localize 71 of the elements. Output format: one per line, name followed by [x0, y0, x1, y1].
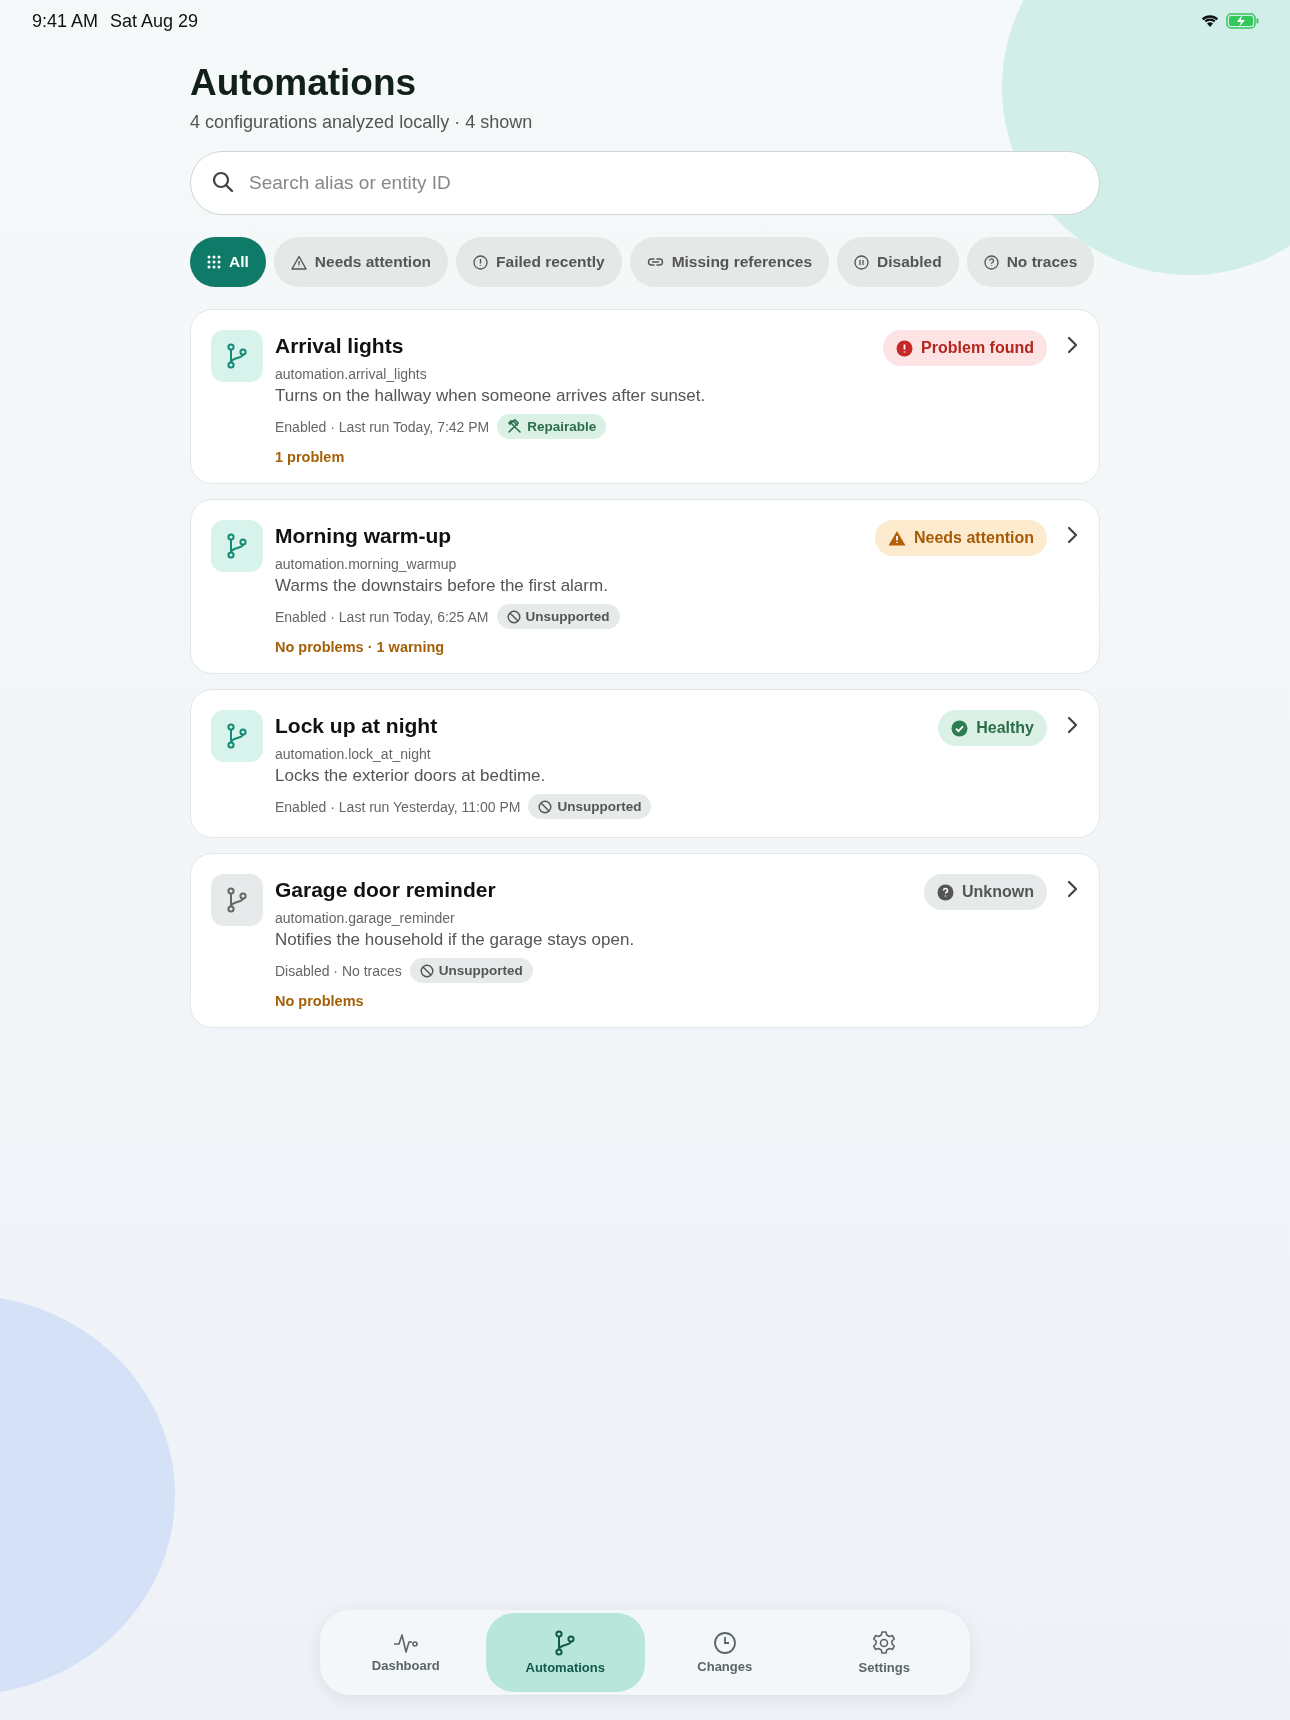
automation-description: Locks the exterior doors at bedtime. — [275, 766, 547, 786]
chevron-right-icon — [1067, 880, 1079, 898]
automation-name: Morning warm-up — [275, 524, 453, 548]
pause-circle-icon — [854, 254, 870, 270]
tools-icon — [507, 419, 523, 434]
chevron-right-icon — [1067, 526, 1079, 544]
prohibited-icon — [419, 963, 434, 978]
automation-name: Garage door reminder — [275, 878, 497, 902]
tab-bar-item[interactable]: Settings — [804, 1613, 964, 1692]
support-tag: Repairable — [497, 414, 607, 439]
filter-chip[interactable]: All — [190, 237, 266, 287]
chevron-right-icon — [1067, 716, 1079, 734]
automation-description: Notifies the household if the garage stays open. — [275, 930, 636, 950]
run-info: Enabled · Last run Today, 7:42 PM — [275, 418, 490, 435]
status-badge: Needs attention — [875, 520, 1047, 556]
branch-icon — [554, 1630, 577, 1656]
warning-icon — [888, 530, 906, 546]
automation-description: Turns on the hallway when someone arrives after sunset. — [275, 386, 707, 406]
entity-id: automation.arrival_lights — [275, 366, 428, 382]
filter-chip[interactable]: Failed recently — [456, 237, 622, 287]
chevron-right-icon — [1067, 336, 1079, 354]
link-icon — [646, 257, 664, 267]
status-date: Sat Aug 29 — [110, 10, 199, 32]
support-tag: Unsupported — [528, 794, 652, 819]
tab-bar-item[interactable]: Changes — [645, 1613, 805, 1692]
entity-id: automation.garage_reminder — [275, 910, 456, 926]
run-info: Enabled · Last run Today, 6:25 AM — [275, 608, 489, 625]
grid-icon — [207, 255, 221, 269]
support-tag: Unsupported — [496, 604, 620, 629]
tab-bar-item[interactable]: Automations — [485, 1613, 645, 1692]
prohibited-icon — [538, 799, 553, 814]
search-field[interactable]: Search alias or entity ID — [190, 151, 1100, 215]
pulse-icon — [392, 1632, 419, 1654]
alert-circle-icon — [473, 254, 489, 270]
problem-summary: No problems — [275, 993, 365, 1009]
status-badge: Problem found — [883, 330, 1047, 366]
run-info: Disabled · No traces — [275, 962, 402, 979]
status-badge: Unknown — [924, 874, 1047, 910]
page-title: Automations — [190, 62, 418, 104]
filter-chip[interactable]: Needs attention — [273, 237, 449, 287]
search-icon — [212, 171, 234, 193]
automation-card[interactable]: Garage door reminder automation.garage_reminder Notifies the household if the garage stays open. Disabled · No traces Unsupported No problems Unknown — [190, 853, 1100, 1028]
settings-icon — [871, 1630, 898, 1656]
question-circle-icon — [937, 883, 954, 901]
automation-name: Arrival lights — [275, 334, 405, 358]
tab-bar-item[interactable]: Dashboard — [326, 1613, 486, 1692]
clock-icon — [712, 1631, 737, 1655]
automation-name: Lock up at night — [275, 714, 439, 738]
automation-card[interactable]: Lock up at night automation.lock_at_night Locks the exterior doors at bedtime. Enabled · Last run Yesterday, 11:00 PM Unsupported Healthy — [190, 689, 1100, 838]
automation-card[interactable]: Arrival lights automation.arrival_lights Turns on the hallway when someone arrives after sunset. Enabled · Last run Today, 7:42 PM Repairable 1 problem Problem found — [190, 309, 1100, 484]
filter-chip[interactable]: Disabled — [837, 237, 959, 287]
filter-chip[interactable]: No traces — [966, 237, 1095, 287]
prohibited-icon — [506, 609, 521, 624]
problem-summary: No problems · 1 warning — [275, 639, 446, 655]
entity-id: automation.lock_at_night — [275, 746, 432, 762]
checkmark-circle-icon — [951, 719, 969, 737]
status-badge: Healthy — [938, 710, 1047, 746]
automation-description: Warms the downstairs before the first alarm. — [275, 576, 609, 596]
entity-id: automation.morning_warmup — [275, 556, 458, 572]
filter-chip[interactable]: Missing references — [629, 237, 830, 287]
exclamation-circle-icon — [896, 339, 914, 357]
status-time: 9:41 AM — [32, 10, 99, 32]
run-info: Enabled · Last run Yesterday, 11:00 PM — [275, 798, 521, 815]
page-subtitle: 4 configurations analyzed locally · 4 shown — [190, 112, 534, 133]
question-circle-icon — [983, 254, 999, 270]
support-tag: Unsupported — [409, 958, 533, 983]
problem-summary: 1 problem — [275, 449, 346, 465]
automation-card[interactable]: Morning warm-up automation.morning_warmup Warms the downstairs before the first alarm. Enabled · Last run Today, 6:25 AM Unsupported No problems · 1 warning Needs attention — [190, 499, 1100, 674]
battery-charging-icon — [1226, 13, 1260, 29]
warning-icon — [290, 254, 307, 270]
wifi-icon — [1200, 14, 1220, 28]
